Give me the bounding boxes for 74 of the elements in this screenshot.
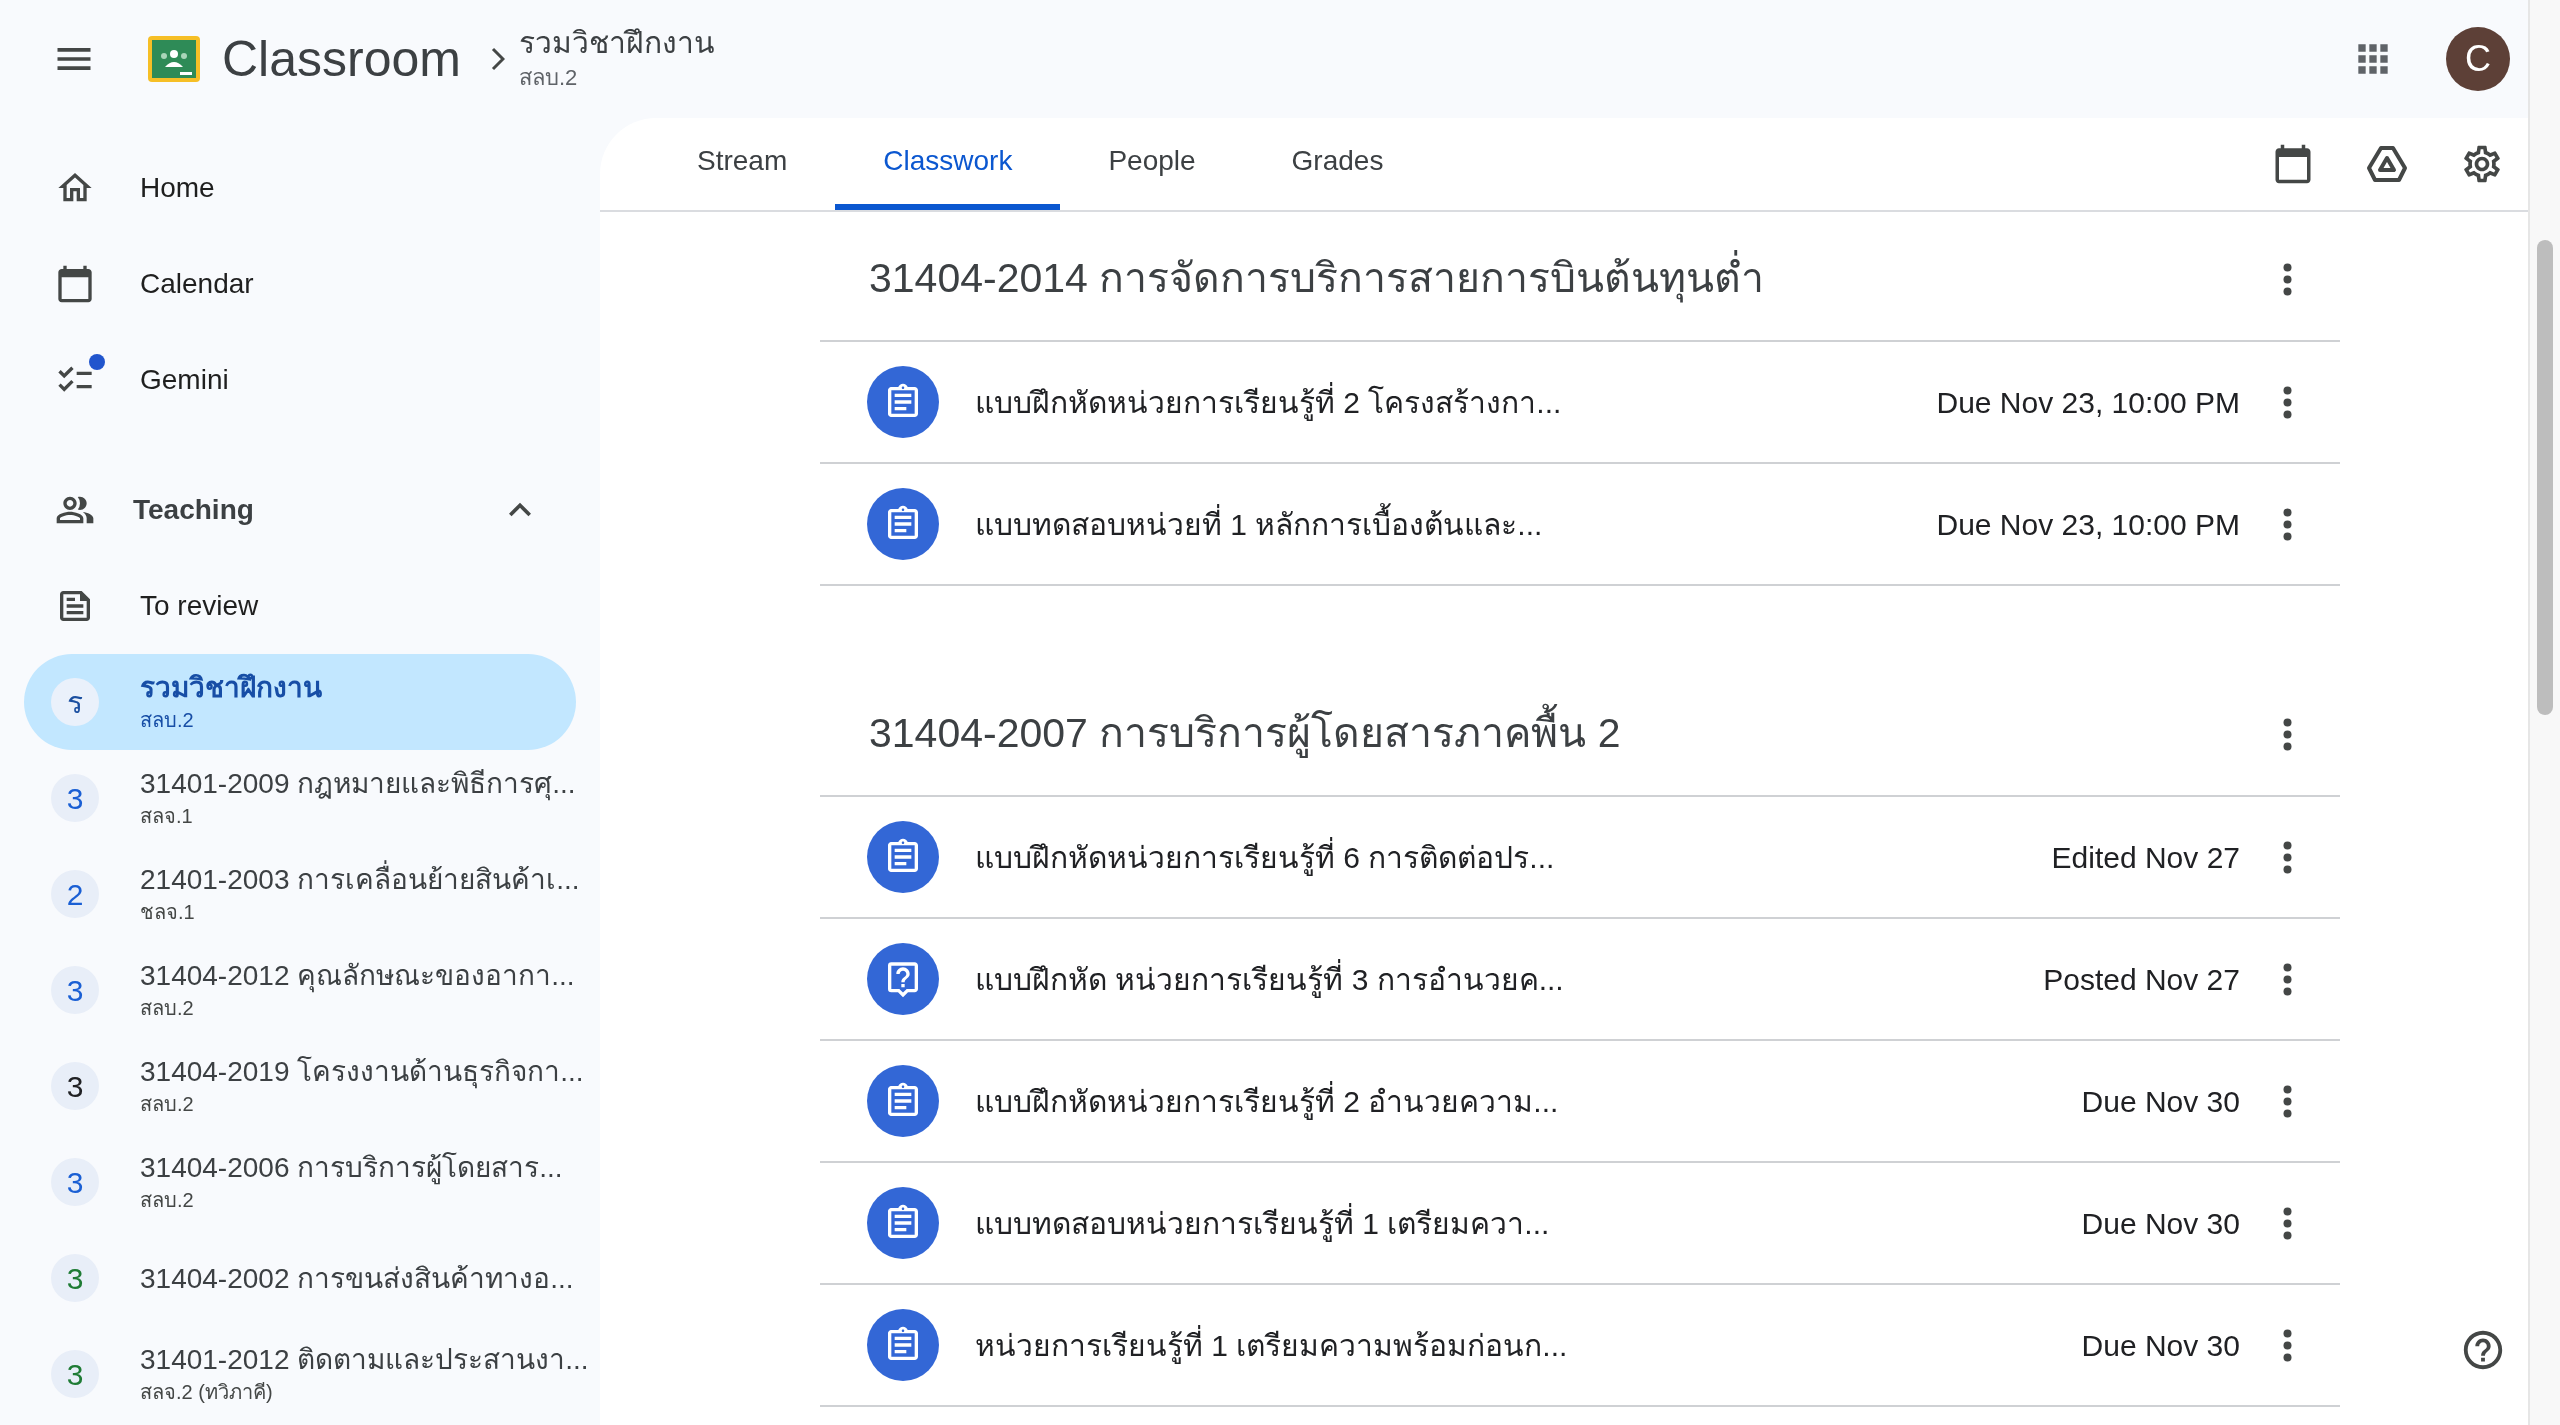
classwork-status: Due Nov 30 bbox=[2081, 1327, 2240, 1364]
more-icon bbox=[2282, 262, 2292, 296]
classwork-title[interactable]: แบบทดสอบหน่วยที่ 1 หลักการเบื้องต้นและ... bbox=[975, 501, 1543, 547]
course-avatar: 3 bbox=[51, 1254, 99, 1302]
more-icon bbox=[2282, 1328, 2292, 1362]
course-avatar: 3 bbox=[51, 966, 99, 1014]
tab[interactable]: Stream bbox=[649, 118, 836, 210]
nav-label: To review bbox=[140, 589, 259, 623]
course-title: 31401-2012 ติดตามและประสานงา... bbox=[140, 1342, 589, 1377]
teaching-label: Teaching bbox=[133, 493, 254, 527]
topic-title: 31404-2014 การจัดการบริการสายการบินต้นทุนต่ำ bbox=[869, 248, 1765, 310]
more-icon bbox=[2282, 962, 2292, 996]
classwork-title[interactable]: แบบฝึกหัด หน่วยการเรียนรู้ที่ 3 การอำนวยค... bbox=[975, 956, 1564, 1002]
nav-label: Calendar bbox=[140, 267, 254, 301]
course-item[interactable]: ร รวมวิชาฝึกงาน สลบ.2 bbox=[24, 654, 576, 750]
course-title: 31404-2019 โครงงานด้านธุรกิจกา... bbox=[140, 1054, 584, 1089]
course-avatar: 3 bbox=[51, 1158, 99, 1206]
course-avatar: 3 bbox=[51, 1350, 99, 1398]
classwork-status: Posted Nov 27 bbox=[2043, 961, 2240, 998]
course-title: 31404-2002 การขนส่งสินค้าทางอ... bbox=[140, 1261, 574, 1296]
classwork-title[interactable]: แบบทดสอบหน่วยการเรียนรู้ที่ 1 เตรียมควา... bbox=[975, 1200, 1550, 1246]
classwork-status: Due Nov 23, 10:00 PM bbox=[1936, 506, 2240, 543]
more-icon bbox=[2282, 1084, 2292, 1118]
course-item[interactable]: 3 31404-2012 คุณลักษณะของอากา... สลบ.2 bbox=[24, 942, 576, 1038]
course-section: สลบ.2 bbox=[140, 1184, 563, 1215]
course-section: สลบ.2 bbox=[140, 704, 322, 735]
course-title: 31404-2012 คุณลักษณะของอากา... bbox=[140, 958, 575, 993]
teaching-header[interactable]: Teaching bbox=[0, 462, 600, 558]
scrollbar-thumb[interactable] bbox=[2537, 240, 2553, 715]
more-icon bbox=[2282, 1206, 2292, 1240]
course-avatar: ร bbox=[51, 678, 99, 726]
course-title: 31404-2006 การบริการผู้โดยสาร... bbox=[140, 1150, 563, 1185]
classwork-title[interactable]: แบบฝึกหัดหน่วยการเรียนรู้ที่ 6 การติดต่อปร... bbox=[975, 834, 1555, 880]
course-section: สลบ.2 bbox=[140, 992, 575, 1023]
tab[interactable]: Grades bbox=[1243, 118, 1432, 210]
course-title: รวมวิชาฝึกงาน bbox=[140, 670, 322, 705]
tab[interactable]: People bbox=[1060, 118, 1244, 210]
nav-label: Gemini bbox=[140, 363, 229, 397]
course-section: สลบ.2 bbox=[140, 1088, 584, 1119]
course-section: สลจ.1 bbox=[140, 800, 576, 831]
chevron-right-icon bbox=[490, 47, 505, 71]
course-title: 31401-2009 กฎหมายและพิธีการศุ... bbox=[140, 766, 576, 801]
course-item[interactable]: 3 31404-2006 การบริการผู้โดยสาร... สลบ.2 bbox=[24, 1134, 576, 1230]
nav-item[interactable]: Home bbox=[0, 140, 600, 236]
topic-title: 31404-2007 การบริการผู้โดยสารภาคพื้น 2 bbox=[869, 703, 1621, 765]
course-section: สลจ.2 (ทวิภาคี) bbox=[140, 1376, 589, 1407]
drive-icon[interactable] bbox=[2366, 144, 2408, 184]
account-avatar[interactable]: C bbox=[2446, 27, 2510, 91]
more-icon bbox=[2282, 385, 2292, 419]
classwork-status: Due Nov 30 bbox=[2081, 1205, 2240, 1242]
classwork-title[interactable]: แบบฝึกหัดหน่วยการเรียนรู้ที่ 2 โครงสร้างกา... bbox=[975, 379, 1562, 425]
more-icon bbox=[2282, 507, 2292, 541]
app-name[interactable]: Classroom bbox=[222, 34, 461, 84]
classwork-status: Due Nov 30 bbox=[2081, 1083, 2240, 1120]
classwork-status: Edited Nov 27 bbox=[2051, 839, 2240, 876]
nav-item[interactable]: To review bbox=[0, 558, 600, 654]
class-title: รวมวิชาฝึกงาน bbox=[518, 24, 715, 61]
classwork-status: Due Nov 23, 10:00 PM bbox=[1936, 384, 2240, 421]
course-item[interactable]: 3 31401-2009 กฎหมายและพิธีการศุ... สลจ.1 bbox=[24, 750, 576, 846]
course-avatar: 3 bbox=[51, 774, 99, 822]
nav-item[interactable]: Gemini bbox=[0, 332, 600, 428]
course-avatar: 3 bbox=[51, 1062, 99, 1110]
nav-item[interactable]: Calendar bbox=[0, 236, 600, 332]
calendar-icon bbox=[55, 264, 95, 304]
more-icon bbox=[2282, 840, 2292, 874]
tab[interactable]: Classwork bbox=[835, 118, 1061, 210]
class-section: สลบ.2 bbox=[518, 61, 715, 95]
course-item[interactable]: 3 31404-2002 การขนส่งสินค้าทางอ... bbox=[24, 1230, 576, 1326]
classwork-title[interactable]: แบบฝึกหัดหน่วยการเรียนรู้ที่ 2 อำนวยความ... bbox=[975, 1078, 1559, 1124]
classwork-title[interactable]: หน่วยการเรียนรู้ที่ 1 เตรียมความพร้อมก่อนก... bbox=[975, 1322, 1568, 1368]
course-avatar: 2 bbox=[51, 870, 99, 918]
nav-label: Home bbox=[140, 171, 215, 205]
more-icon bbox=[2282, 717, 2292, 751]
classroom-logo bbox=[148, 36, 200, 82]
